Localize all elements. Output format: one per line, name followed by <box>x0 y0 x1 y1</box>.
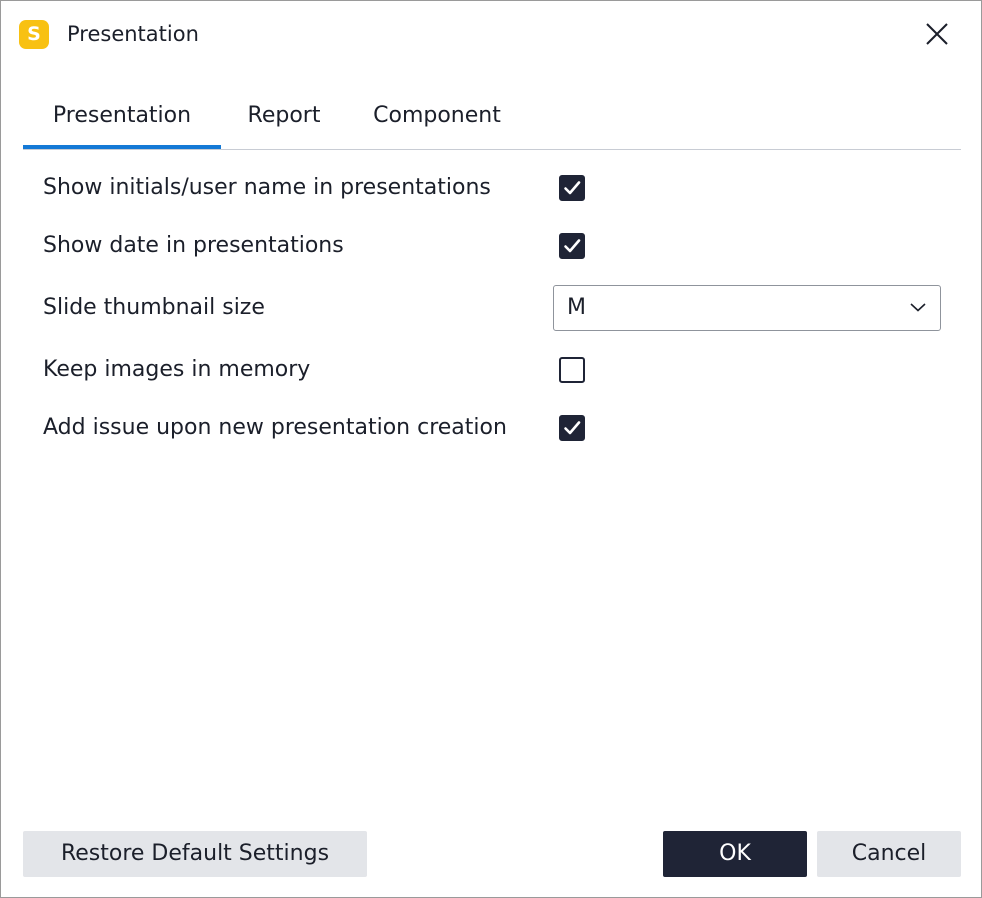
setting-row-keep-images: Keep images in memory <box>43 350 943 390</box>
setting-row-add-issue: Add issue upon new presentation creation <box>43 408 943 448</box>
checkmark-icon <box>564 181 581 195</box>
setting-row-thumbnail-size: Slide thumbnail size M <box>43 285 943 331</box>
restore-defaults-button[interactable]: Restore Default Settings <box>23 831 367 877</box>
chevron-down-icon <box>910 303 926 312</box>
show-initials-label: Show initials/user name in presentations <box>43 175 491 200</box>
show-date-checkbox[interactable] <box>559 233 585 259</box>
checkmark-icon <box>564 421 581 435</box>
setting-row-show-initials: Show initials/user name in presentations <box>43 168 943 208</box>
show-initials-checkbox[interactable] <box>559 175 585 201</box>
checkmark-icon <box>564 239 581 253</box>
dialog-title: Presentation <box>67 22 199 46</box>
ok-button[interactable]: OK <box>663 831 807 877</box>
keep-images-label: Keep images in memory <box>43 357 311 382</box>
thumbnail-size-label: Slide thumbnail size <box>43 295 265 320</box>
close-icon <box>926 23 948 45</box>
tab-component[interactable]: Component <box>357 83 517 149</box>
settings-dialog: S Presentation Presentation Report Compo… <box>0 0 982 898</box>
show-date-label: Show date in presentations <box>43 233 344 258</box>
close-button[interactable] <box>918 15 956 53</box>
add-issue-checkbox[interactable] <box>559 415 585 441</box>
tab-bar: Presentation Report Component <box>23 83 961 150</box>
thumbnail-size-value: M <box>567 295 586 320</box>
setting-row-show-date: Show date in presentations <box>43 226 943 266</box>
add-issue-label: Add issue upon new presentation creation <box>43 415 507 440</box>
cancel-button[interactable]: Cancel <box>817 831 961 877</box>
tab-report[interactable]: Report <box>231 83 337 149</box>
keep-images-checkbox[interactable] <box>559 357 585 383</box>
title-bar: S Presentation <box>1 1 981 69</box>
tab-presentation[interactable]: Presentation <box>23 83 221 149</box>
app-logo-icon: S <box>19 20 49 49</box>
thumbnail-size-dropdown[interactable]: M <box>553 285 941 331</box>
